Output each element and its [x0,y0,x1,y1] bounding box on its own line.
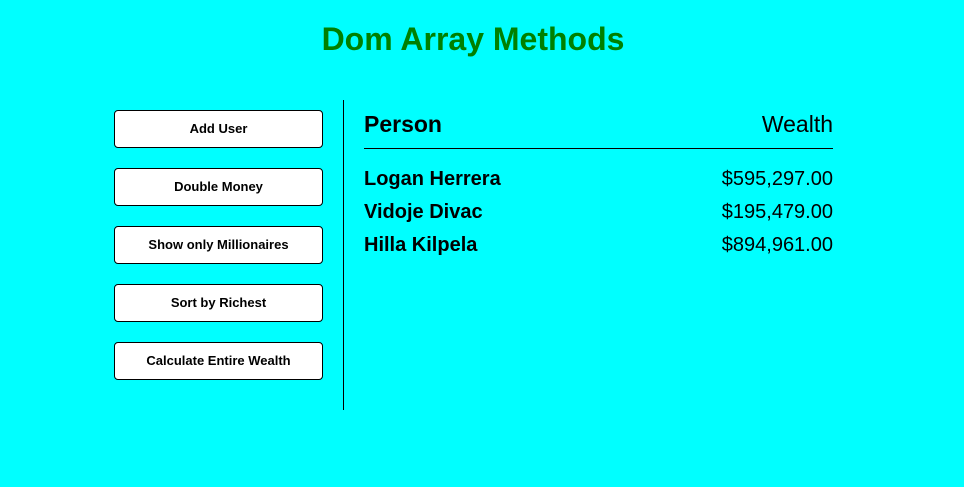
person-wealth: $894,961.00 [721,234,833,256]
calculate-wealth-button[interactable]: Calculate Entire Wealth [114,342,323,380]
vertical-divider [343,100,344,410]
table-row: Vidoje Divac $195,479.00 [364,200,833,233]
double-money-button[interactable]: Double Money [114,168,323,206]
person-column-heading: Person [364,111,442,137]
table-row: Logan Herrera $595,297.00 [364,167,833,200]
sort-richest-button[interactable]: Sort by Richest [114,284,323,322]
person-wealth: $195,479.00 [721,201,833,223]
wealth-column-heading: Wealth [761,111,833,137]
show-millionaires-button[interactable]: Show only Millionaires [114,226,323,264]
person-name: Logan Herrera [364,168,501,190]
person-name: Vidoje Divac [364,201,483,223]
add-user-button[interactable]: Add User [114,110,323,148]
table-row: Hilla Kilpela $894,961.00 [364,233,833,266]
person-name: Hilla Kilpela [364,234,478,256]
table-body: Logan Herrera $595,297.00 Vidoje Divac $… [364,149,833,266]
controls-panel: Add User Double Money Show only Milliona… [114,110,323,400]
wealth-table: Person Wealth Logan Herrera $595,297.00 … [364,110,833,266]
page-title: Dom Array Methods [321,21,625,57]
person-wealth: $595,297.00 [721,168,833,190]
table-header: Person Wealth [364,110,833,149]
